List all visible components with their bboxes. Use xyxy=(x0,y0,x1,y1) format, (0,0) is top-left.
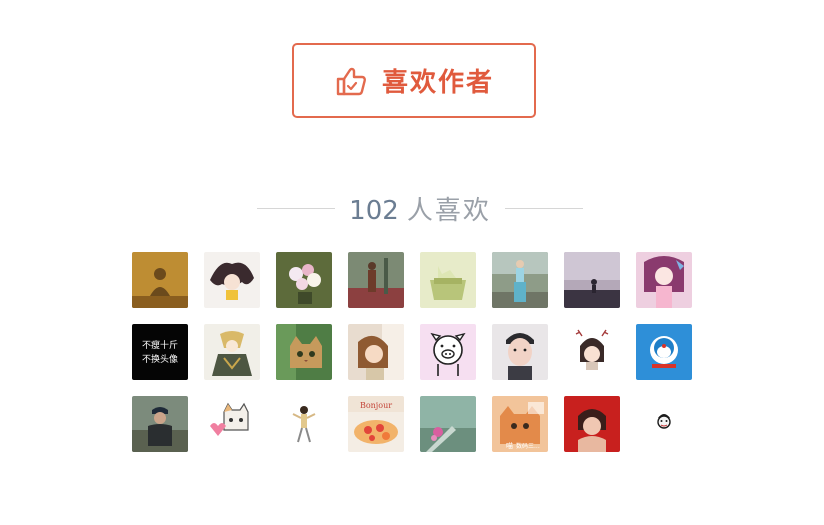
avatar[interactable] xyxy=(420,252,476,308)
svg-text:不换头像: 不换头像 xyxy=(142,353,178,365)
svg-text:数码三...: 数码三... xyxy=(516,442,540,450)
avatar[interactable] xyxy=(276,396,332,452)
avatar[interactable] xyxy=(276,324,332,380)
divider-left xyxy=(257,207,336,209)
avatar[interactable] xyxy=(348,252,404,308)
svg-text:不瘦十斤: 不瘦十斤 xyxy=(142,339,178,351)
avatar[interactable] xyxy=(276,252,332,308)
avatar[interactable] xyxy=(420,396,476,452)
avatar[interactable] xyxy=(636,252,692,308)
avatar[interactable] xyxy=(564,396,620,452)
avatar[interactable] xyxy=(492,252,548,308)
avatar[interactable] xyxy=(132,252,188,308)
avatar[interactable] xyxy=(564,324,620,380)
avatar[interactable] xyxy=(636,396,692,452)
divider-right xyxy=(504,207,583,209)
page: 喜欢作者 102 人喜欢 不瘦十斤 不换头像 Bonjour 喵 数码三... xyxy=(0,0,824,525)
like-author-button[interactable]: 喜欢作者 xyxy=(292,43,536,118)
thumbs-up-icon xyxy=(334,64,368,98)
avatar[interactable] xyxy=(636,324,692,380)
avatar[interactable]: 喵 数码三... xyxy=(492,396,548,452)
likes-count: 102 人喜欢 xyxy=(349,190,491,227)
avatar[interactable]: Bonjour xyxy=(348,396,404,452)
likes-count-number: 102 xyxy=(349,195,399,226)
like-author-label: 喜欢作者 xyxy=(381,68,494,98)
avatar[interactable] xyxy=(204,324,260,380)
svg-text:喵: 喵 xyxy=(506,442,513,450)
liker-avatar-grid: 不瘦十斤 不换头像 Bonjour 喵 数码三... xyxy=(132,252,692,452)
avatar[interactable]: 不瘦十斤 不换头像 xyxy=(132,324,188,380)
avatar[interactable] xyxy=(492,324,548,380)
likes-count-suffix: 人喜欢 xyxy=(406,195,491,226)
avatar[interactable] xyxy=(564,252,620,308)
avatar[interactable] xyxy=(204,252,260,308)
likes-count-row: 102 人喜欢 xyxy=(252,188,588,228)
avatar[interactable] xyxy=(420,324,476,380)
avatar[interactable] xyxy=(132,396,188,452)
svg-text:Bonjour: Bonjour xyxy=(360,401,392,410)
avatar[interactable] xyxy=(204,396,260,452)
avatar[interactable] xyxy=(348,324,404,380)
